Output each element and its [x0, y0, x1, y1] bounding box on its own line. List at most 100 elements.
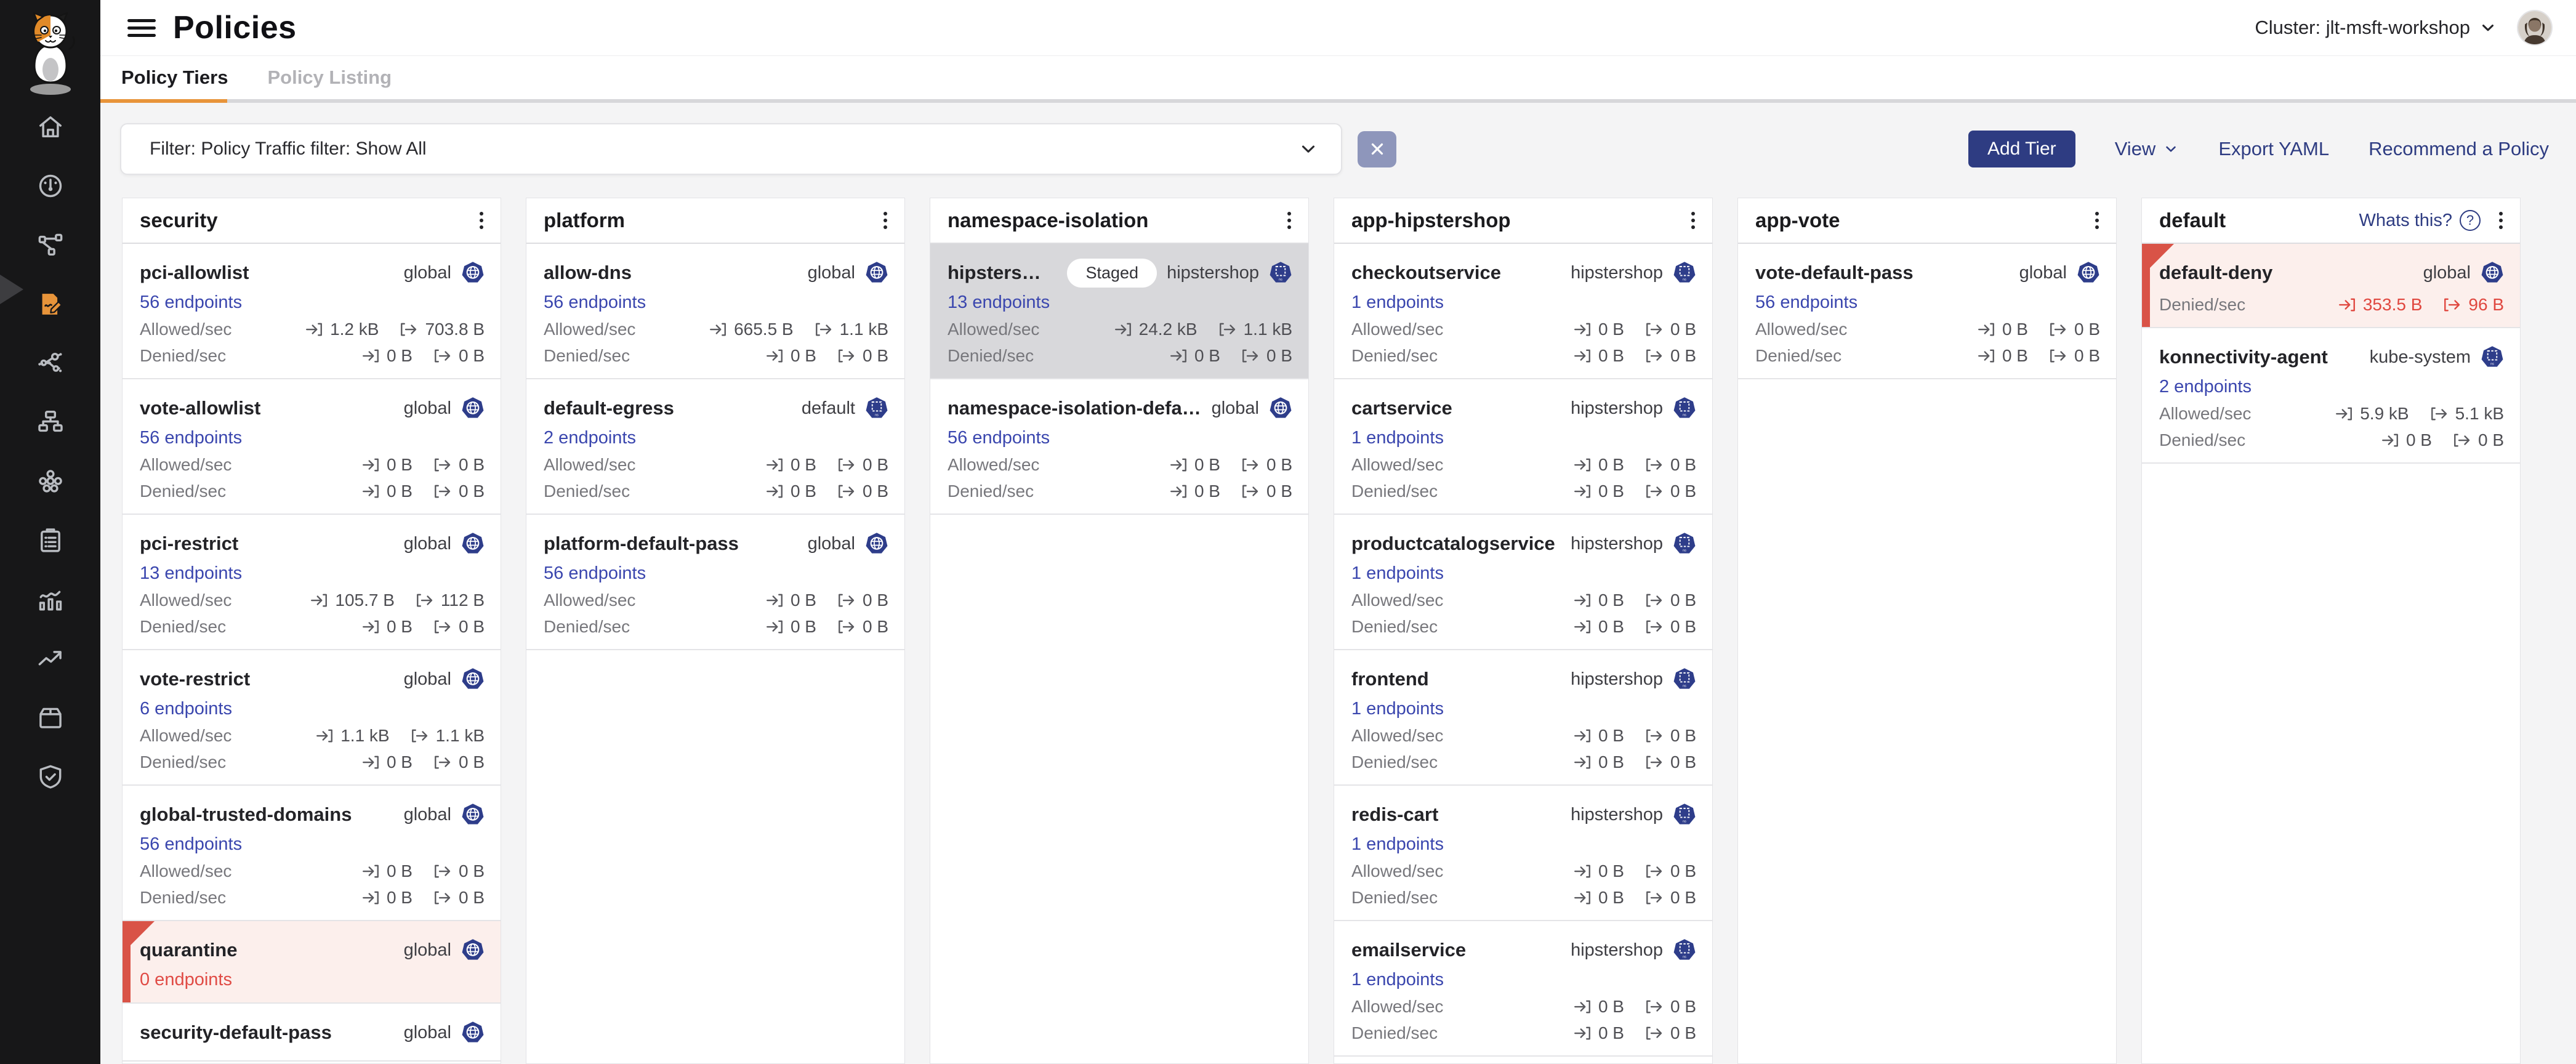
- sidebar-nav: [0, 113, 100, 791]
- stat-label: Denied/sec: [544, 482, 630, 501]
- endpoints-link[interactable]: 56 endpoints: [140, 429, 242, 447]
- policy-card-redis-cart[interactable]: redis-cart hipstershop ns 1 endpoints Al…: [1334, 786, 1712, 921]
- traffic-stat-row: Denied/sec 0 B 0 B: [1351, 618, 1696, 635]
- policy-card-pci-restrict[interactable]: pci-restrict global 13 endpoints Allowed…: [123, 515, 501, 650]
- ingress-stat: 105.7 B: [310, 590, 395, 610]
- export-yaml-button[interactable]: Export YAML: [2218, 138, 2329, 160]
- stat-label: Denied/sec: [1351, 617, 1438, 637]
- calico-cat-logo[interactable]: [17, 7, 84, 100]
- sidebar-item-dashboard dashboard-icon[interactable]: [36, 172, 65, 200]
- endpoints-link[interactable]: 1 endpoints: [1351, 835, 1444, 853]
- tier-menu-button[interactable]: [880, 208, 891, 233]
- tier-menu-button[interactable]: [2091, 208, 2103, 233]
- tab-policy-tiers[interactable]: Policy Tiers: [121, 66, 228, 89]
- policy-card-vote-allowlist[interactable]: vote-allowlist global 56 endpoints Allow…: [123, 379, 501, 515]
- stat-label: Allowed/sec: [140, 455, 231, 475]
- policy-card-allow-dns[interactable]: allow-dns global 56 endpoints Allowed/se…: [526, 244, 904, 379]
- sidebar-item-home home-icon[interactable]: [36, 113, 65, 141]
- cluster-selector[interactable]: Cluster: jlt-msft-workshop: [2255, 17, 2497, 39]
- policy-card-namespace-isolation-default-p[interactable]: namespace-isolation-default-p… global 56…: [930, 379, 1308, 515]
- policy-card-default-deny[interactable]: default-deny global Denied/sec 353.5 B 9…: [2142, 244, 2520, 328]
- traffic-stat-row: Allowed/sec 0 B 0 B: [140, 862, 485, 880]
- sidebar-item-threat-defense threat-defense-icon[interactable]: [36, 763, 65, 791]
- endpoints-link[interactable]: 1 endpoints: [1351, 564, 1444, 582]
- sidebar-item-trends trends-icon[interactable]: [36, 645, 65, 673]
- endpoints-link[interactable]: 56 endpoints: [544, 293, 646, 312]
- endpoints-link[interactable]: 2 endpoints: [544, 429, 636, 447]
- endpoints-link[interactable]: 56 endpoints: [140, 293, 242, 312]
- endpoints-link[interactable]: 56 endpoints: [140, 835, 242, 853]
- tier-menu-button[interactable]: [2495, 208, 2506, 233]
- policy-card-productcatalogservice[interactable]: productcatalogservice hipstershop ns 1 e…: [1334, 515, 1712, 650]
- policy-card-security-default-pass[interactable]: security-default-pass global: [123, 1004, 501, 1062]
- endpoints-link[interactable]: 1 endpoints: [1351, 429, 1444, 447]
- endpoints-link[interactable]: 6 endpoints: [140, 699, 232, 718]
- ingress-value: 0 B: [387, 482, 413, 501]
- sidebar-item-network-graph network-graph-icon[interactable]: [36, 349, 65, 377]
- ingress-value: 0 B: [2002, 346, 2028, 366]
- sidebar-item-topology topology-icon[interactable]: [36, 408, 65, 437]
- sidebar-item-compliance compliance-icon[interactable]: [36, 526, 65, 555]
- egress-icon: [433, 618, 452, 636]
- user-avatar[interactable]: [2517, 10, 2553, 46]
- sidebar-item-statistics statistics-icon[interactable]: [36, 586, 65, 614]
- policy-card-global-trusted-domains[interactable]: global-trusted-domains global 56 endpoin…: [123, 786, 501, 921]
- tier-name: default: [2159, 209, 2226, 232]
- ingress-stat: 0 B: [1573, 346, 1624, 366]
- tab-policy-listing[interactable]: Policy Listing: [267, 66, 392, 89]
- view-label: View: [2115, 138, 2156, 160]
- endpoints-link[interactable]: 56 endpoints: [948, 429, 1050, 447]
- tier-menu-button[interactable]: [476, 208, 487, 233]
- ingress-icon: [1573, 482, 1592, 501]
- tier-help-link[interactable]: Whats this? ?: [2359, 210, 2481, 231]
- traffic-stat-row: Denied/sec 0 B 0 B: [140, 482, 485, 500]
- endpoints-link[interactable]: 13 endpoints: [948, 293, 1050, 312]
- ingress-value: 24.2 kB: [1139, 320, 1197, 339]
- add-tier-button[interactable]: Add Tier: [1968, 131, 2075, 167]
- tier-menu-button[interactable]: [1688, 208, 1699, 233]
- endpoints-link[interactable]: 13 endpoints: [140, 564, 242, 582]
- tier-card-list: hipstershop-gh… Staged hipstershop ns 13…: [930, 244, 1308, 515]
- tier-menu-button[interactable]: [1284, 208, 1295, 233]
- policy-filter-select[interactable]: Filter: Policy Traffic filter: Show All: [120, 123, 1342, 175]
- tier-header: namespace-isolation ?: [930, 198, 1308, 244]
- sidebar-item-policies policies-icon[interactable]: [36, 290, 65, 318]
- policy-card-quarantine[interactable]: quarantine global 0 endpoints: [123, 921, 501, 1004]
- clear-filter-button[interactable]: [1358, 131, 1396, 167]
- endpoints-link[interactable]: 1 endpoints: [1351, 970, 1444, 989]
- sidebar-item-endpoints endpoints-icon[interactable]: [36, 467, 65, 496]
- endpoints-link[interactable]: 2 endpoints: [2159, 377, 2252, 396]
- policy-card-cartservice[interactable]: cartservice hipstershop ns 1 endpoints A…: [1334, 379, 1712, 515]
- view-menu-button[interactable]: View: [2115, 138, 2180, 160]
- policy-card-platform-default-pass[interactable]: platform-default-pass global 56 endpoint…: [526, 515, 904, 650]
- policy-card-frontend[interactable]: frontend hipstershop ns 1 endpoints Allo…: [1334, 650, 1712, 786]
- policy-card-vote-restrict[interactable]: vote-restrict global 6 endpoints Allowed…: [123, 650, 501, 786]
- policy-card-pci-allowlist[interactable]: pci-allowlist global 56 endpoints Allowe…: [123, 244, 501, 379]
- tier-name: app-vote: [1755, 209, 1840, 232]
- policy-card-checkoutservice[interactable]: checkoutservice hipstershop ns 1 endpoin…: [1334, 244, 1712, 379]
- policy-card-default-egress[interactable]: default-egress default ns 2 endpoints Al…: [526, 379, 904, 515]
- menu-toggle-button[interactable]: [127, 19, 156, 37]
- ingress-icon: [315, 727, 334, 745]
- egress-stat: 0 B: [2453, 430, 2504, 450]
- egress-icon: [411, 727, 429, 745]
- endpoints-link[interactable]: 56 endpoints: [544, 564, 646, 582]
- policy-card-konnectivity-agent[interactable]: konnectivity-agent kube-system ns 2 endp…: [2142, 328, 2520, 464]
- recommend-policy-button[interactable]: Recommend a Policy: [2369, 138, 2549, 160]
- ingress-stat: 0 B: [1573, 752, 1624, 772]
- policy-card-hipstershop-gh[interactable]: hipstershop-gh… Staged hipstershop ns 13…: [930, 244, 1308, 379]
- policy-card-emailservice[interactable]: emailservice hipstershop ns 1 endpoints …: [1334, 921, 1712, 1057]
- endpoints-link[interactable]: 0 endpoints: [140, 970, 232, 989]
- policy-card-vote-default-pass[interactable]: vote-default-pass global 56 endpoints Al…: [1738, 244, 2116, 379]
- ingress-icon: [361, 618, 380, 636]
- endpoints-link[interactable]: 56 endpoints: [1755, 293, 1858, 312]
- tier-column-security: security ? pci-allowlist global 56 endpo…: [122, 198, 501, 1064]
- sidebar-item-service-graph service-graph-icon[interactable]: [36, 231, 65, 259]
- toolbar-actions: Add Tier View Export YAML Recommend a Po…: [1968, 131, 2549, 167]
- endpoints-link[interactable]: 1 endpoints: [1351, 293, 1444, 312]
- stat-label: Allowed/sec: [544, 455, 635, 475]
- endpoints-link[interactable]: 1 endpoints: [1351, 699, 1444, 718]
- sidebar-item-workloads workloads-icon[interactable]: [36, 704, 65, 732]
- policy-name: allow-dns: [544, 262, 632, 284]
- scope-badge-icon: [865, 261, 888, 284]
